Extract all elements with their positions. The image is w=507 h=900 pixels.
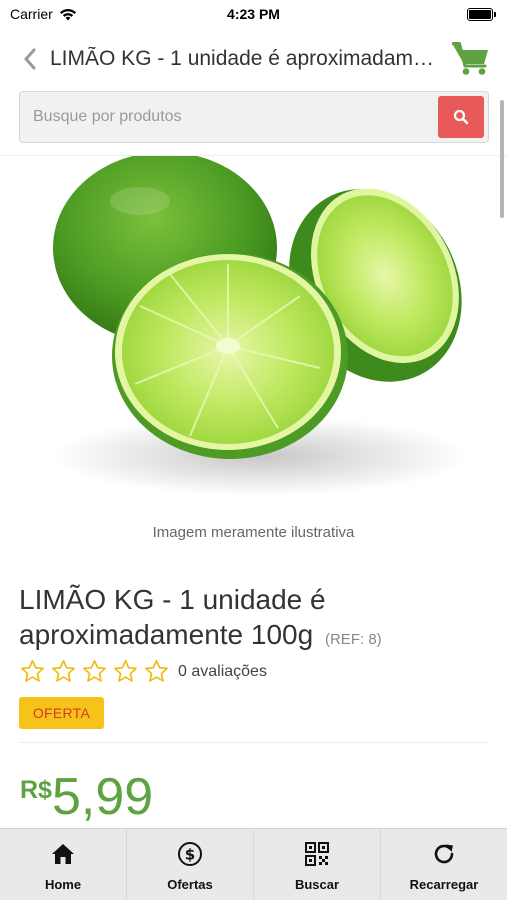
price-value: 5,99 [51,768,154,826]
product-name: LIMÃO KG - 1 unidade é aproximadamente 1… [19,582,489,657]
reviews-count[interactable]: 0 avaliações [178,663,267,681]
page-title: LIMÃO KG - 1 unidade é aproximadamente 1… [50,47,437,70]
scrollbar[interactable] [500,100,504,218]
rating-row: 0 avaliações [19,658,267,685]
status-bar: Carrier 4:23 PM [0,0,507,28]
tab-label: Ofertas [167,877,213,892]
tab-home[interactable]: Home [0,829,127,900]
status-left: Carrier [10,6,77,22]
tab-label: Buscar [294,877,340,892]
search-input[interactable] [20,92,438,142]
cart-icon [452,42,488,75]
header: LIMÃO KG - 1 unidade é aproximadamente 1… [0,28,507,90]
cart-button[interactable] [451,39,491,79]
price-currency: R$ [20,776,52,804]
product-name-text: LIMÃO KG - 1 unidade é aproximadamente 1… [19,584,326,650]
tab-bar: Home $ Ofertas Buscar Recarregar [0,828,507,900]
tab-label: Recarregar [409,877,479,892]
battery-icon [467,7,496,21]
back-button[interactable] [18,39,42,79]
tab-reload[interactable]: Recarregar [381,829,507,900]
tab-offers[interactable]: $ Ofertas [127,829,254,900]
image-caption: Imagem meramente ilustrativa [152,524,355,541]
home-icon [50,841,76,867]
star-outline-icon[interactable] [112,658,139,685]
star-outline-icon[interactable] [50,658,77,685]
chevron-left-icon [24,48,36,70]
dollar-circle-icon: $ [177,841,203,867]
search-bar [19,91,489,143]
search-icon [453,109,469,125]
offer-badge: OFERTA [19,697,104,729]
star-rating [19,658,170,685]
star-outline-icon[interactable] [143,658,170,685]
star-outline-icon[interactable] [19,658,46,685]
carrier-label: Carrier [10,6,53,22]
qr-code-icon [304,841,330,867]
product-image [50,156,470,496]
tab-search[interactable]: Buscar [254,829,381,900]
star-outline-icon[interactable] [81,658,108,685]
price: R$ 5,99 [20,766,153,828]
wifi-icon [59,8,76,20]
reload-icon [431,841,457,867]
svg-text:$: $ [185,846,195,864]
section-divider [19,742,489,743]
product-ref: (REF: 8) [324,631,382,648]
tab-label: Home [44,877,82,892]
search-button[interactable] [438,96,484,138]
